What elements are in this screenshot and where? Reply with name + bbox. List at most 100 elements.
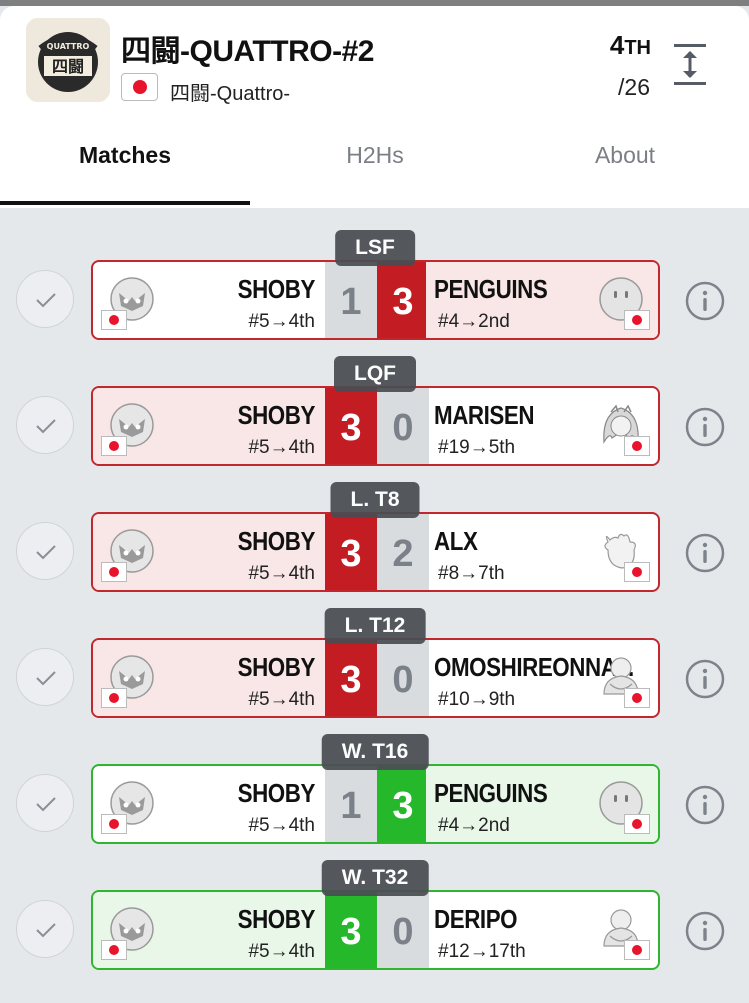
- placement-total: /26: [618, 74, 650, 100]
- match-check-button[interactable]: [16, 270, 74, 328]
- left-player-seed: #5→4th: [248, 689, 315, 710]
- match-card[interactable]: SHOBY #5→4th 3 0 OMOSHIREONNA... #10→9th: [91, 638, 660, 718]
- expand-collapse-icon[interactable]: [672, 42, 708, 88]
- round-badge: LSF: [335, 230, 415, 266]
- active-tab-indicator: [0, 201, 250, 205]
- match-card[interactable]: SHOBY #5→4th 3 0 DERIPO #12→17th: [91, 890, 660, 970]
- japan-flag-icon: [121, 73, 158, 101]
- right-player: DERIPO #12→17th: [426, 892, 658, 968]
- japan-flag-icon: [101, 436, 127, 456]
- left-player: SHOBY #5→4th: [93, 514, 325, 590]
- left-player: SHOBY #5→4th: [93, 262, 325, 338]
- match-row: SHOBY #5→4th 3 0 OMOSHIREONNA... #10→9th L. T1…: [0, 588, 749, 718]
- left-player: SHOBY #5→4th: [93, 892, 325, 968]
- japan-flag-icon: [624, 562, 650, 582]
- left-score: 1: [325, 262, 377, 338]
- left-score: 3: [325, 640, 377, 716]
- svg-text:四闘: 四闘: [52, 57, 84, 76]
- tab-h2hs[interactable]: H2Hs: [250, 130, 500, 190]
- right-player: ALX #8→7th: [426, 514, 658, 590]
- match-card[interactable]: SHOBY #5→4th 3 0 MARISEN #19→5th: [91, 386, 660, 466]
- left-player-name: SHOBY: [237, 274, 316, 304]
- match-row: SHOBY #5→4th 3 2 ALX #8→7th L. T8: [0, 462, 749, 592]
- japan-flag-icon: [624, 940, 650, 960]
- match-check-button[interactable]: [16, 522, 74, 580]
- round-badge: L. T8: [330, 482, 420, 518]
- right-score: 0: [377, 388, 429, 464]
- right-score: 3: [377, 766, 429, 842]
- match-card[interactable]: SHOBY #5→4th 1 3 PENGUINS #4→2nd: [91, 764, 660, 844]
- left-player-name: SHOBY: [237, 526, 316, 556]
- tab-about[interactable]: About: [500, 130, 749, 190]
- right-score: 0: [377, 640, 429, 716]
- match-card[interactable]: SHOBY #5→4th 1 3 PENGUINS #4→2nd: [91, 260, 660, 340]
- match-check-button[interactable]: [16, 396, 74, 454]
- left-score: 3: [325, 388, 377, 464]
- match-check-button[interactable]: [16, 900, 74, 958]
- round-badge: LQF: [334, 356, 416, 392]
- right-player-name: DERIPO: [434, 904, 518, 934]
- match-check-button[interactable]: [16, 648, 74, 706]
- info-icon[interactable]: [684, 406, 726, 448]
- placement-rank: 4TH: [610, 30, 651, 61]
- right-player-name: MARISEN: [434, 400, 535, 430]
- right-player-seed: #4→2nd: [438, 815, 510, 836]
- match-row: SHOBY #5→4th 1 3 PENGUINS #4→2nd LSF: [0, 210, 749, 340]
- left-player-seed: #5→4th: [248, 941, 315, 962]
- japan-flag-icon: [624, 310, 650, 330]
- right-score: 0: [377, 892, 429, 968]
- left-player: SHOBY #5→4th: [93, 640, 325, 716]
- tournament-title: 四闘-QUATTRO-#2: [121, 35, 374, 68]
- left-player-seed: #5→4th: [248, 311, 315, 332]
- right-player-name: ALX: [434, 526, 478, 556]
- left-player-seed: #5→4th: [248, 437, 315, 458]
- match-row: SHOBY #5→4th 3 0 DERIPO #12→17th W. T32: [0, 840, 749, 970]
- info-icon[interactable]: [684, 658, 726, 700]
- svg-text:QUATTRO: QUATTRO: [47, 42, 90, 51]
- rank-number: 4: [609, 30, 625, 60]
- left-player-name: SHOBY: [237, 778, 316, 808]
- left-score: 3: [325, 892, 377, 968]
- japan-flag-icon: [101, 310, 127, 330]
- right-player-seed: #12→17th: [438, 941, 526, 962]
- japan-flag-icon: [624, 688, 650, 708]
- right-player-seed: #10→9th: [438, 689, 516, 710]
- right-player: MARISEN #19→5th: [426, 388, 658, 464]
- right-player-seed: #19→5th: [438, 437, 516, 458]
- right-player-name: PENGUINS: [434, 778, 548, 808]
- round-badge: W. T32: [321, 860, 429, 896]
- info-icon[interactable]: [684, 910, 726, 952]
- left-player: SHOBY #5→4th: [93, 388, 325, 464]
- japan-flag-icon: [101, 688, 127, 708]
- japan-flag-icon: [624, 814, 650, 834]
- left-player-name: SHOBY: [237, 400, 316, 430]
- right-player-seed: #4→2nd: [438, 311, 510, 332]
- match-card[interactable]: SHOBY #5→4th 3 2 ALX #8→7th: [91, 512, 660, 592]
- right-score: 2: [377, 514, 429, 590]
- left-player-name: SHOBY: [237, 904, 316, 934]
- info-icon[interactable]: [684, 532, 726, 574]
- japan-flag-icon: [101, 562, 127, 582]
- japan-flag-icon: [101, 940, 127, 960]
- info-icon[interactable]: [684, 280, 726, 322]
- left-player-seed: #5→4th: [248, 815, 315, 836]
- left-player-name: SHOBY: [237, 652, 316, 682]
- match-check-button[interactable]: [16, 774, 74, 832]
- round-badge: W. T16: [321, 734, 429, 770]
- tab-bar: Matches H2Hs About: [0, 130, 749, 204]
- right-player-name: PENGUINS: [434, 274, 548, 304]
- tab-matches[interactable]: Matches: [0, 130, 250, 190]
- rank-suffix: TH: [624, 37, 651, 59]
- right-player-seed: #8→7th: [438, 563, 505, 584]
- match-row: SHOBY #5→4th 1 3 PENGUINS #4→2nd W. T16: [0, 714, 749, 844]
- tournament-subtitle: 四闘-Quattro-: [170, 83, 291, 105]
- right-player: OMOSHIREONNA... #10→9th: [426, 640, 658, 716]
- round-badge: L. T12: [324, 608, 426, 644]
- right-score: 3: [377, 262, 429, 338]
- left-score: 1: [325, 766, 377, 842]
- left-player-seed: #5→4th: [248, 563, 315, 584]
- japan-flag-icon: [624, 436, 650, 456]
- match-row: SHOBY #5→4th 3 0 MARISEN #19→5th LQF: [0, 336, 749, 466]
- tournament-logo: 四闘 QUATTRO: [26, 18, 110, 102]
- info-icon[interactable]: [684, 784, 726, 826]
